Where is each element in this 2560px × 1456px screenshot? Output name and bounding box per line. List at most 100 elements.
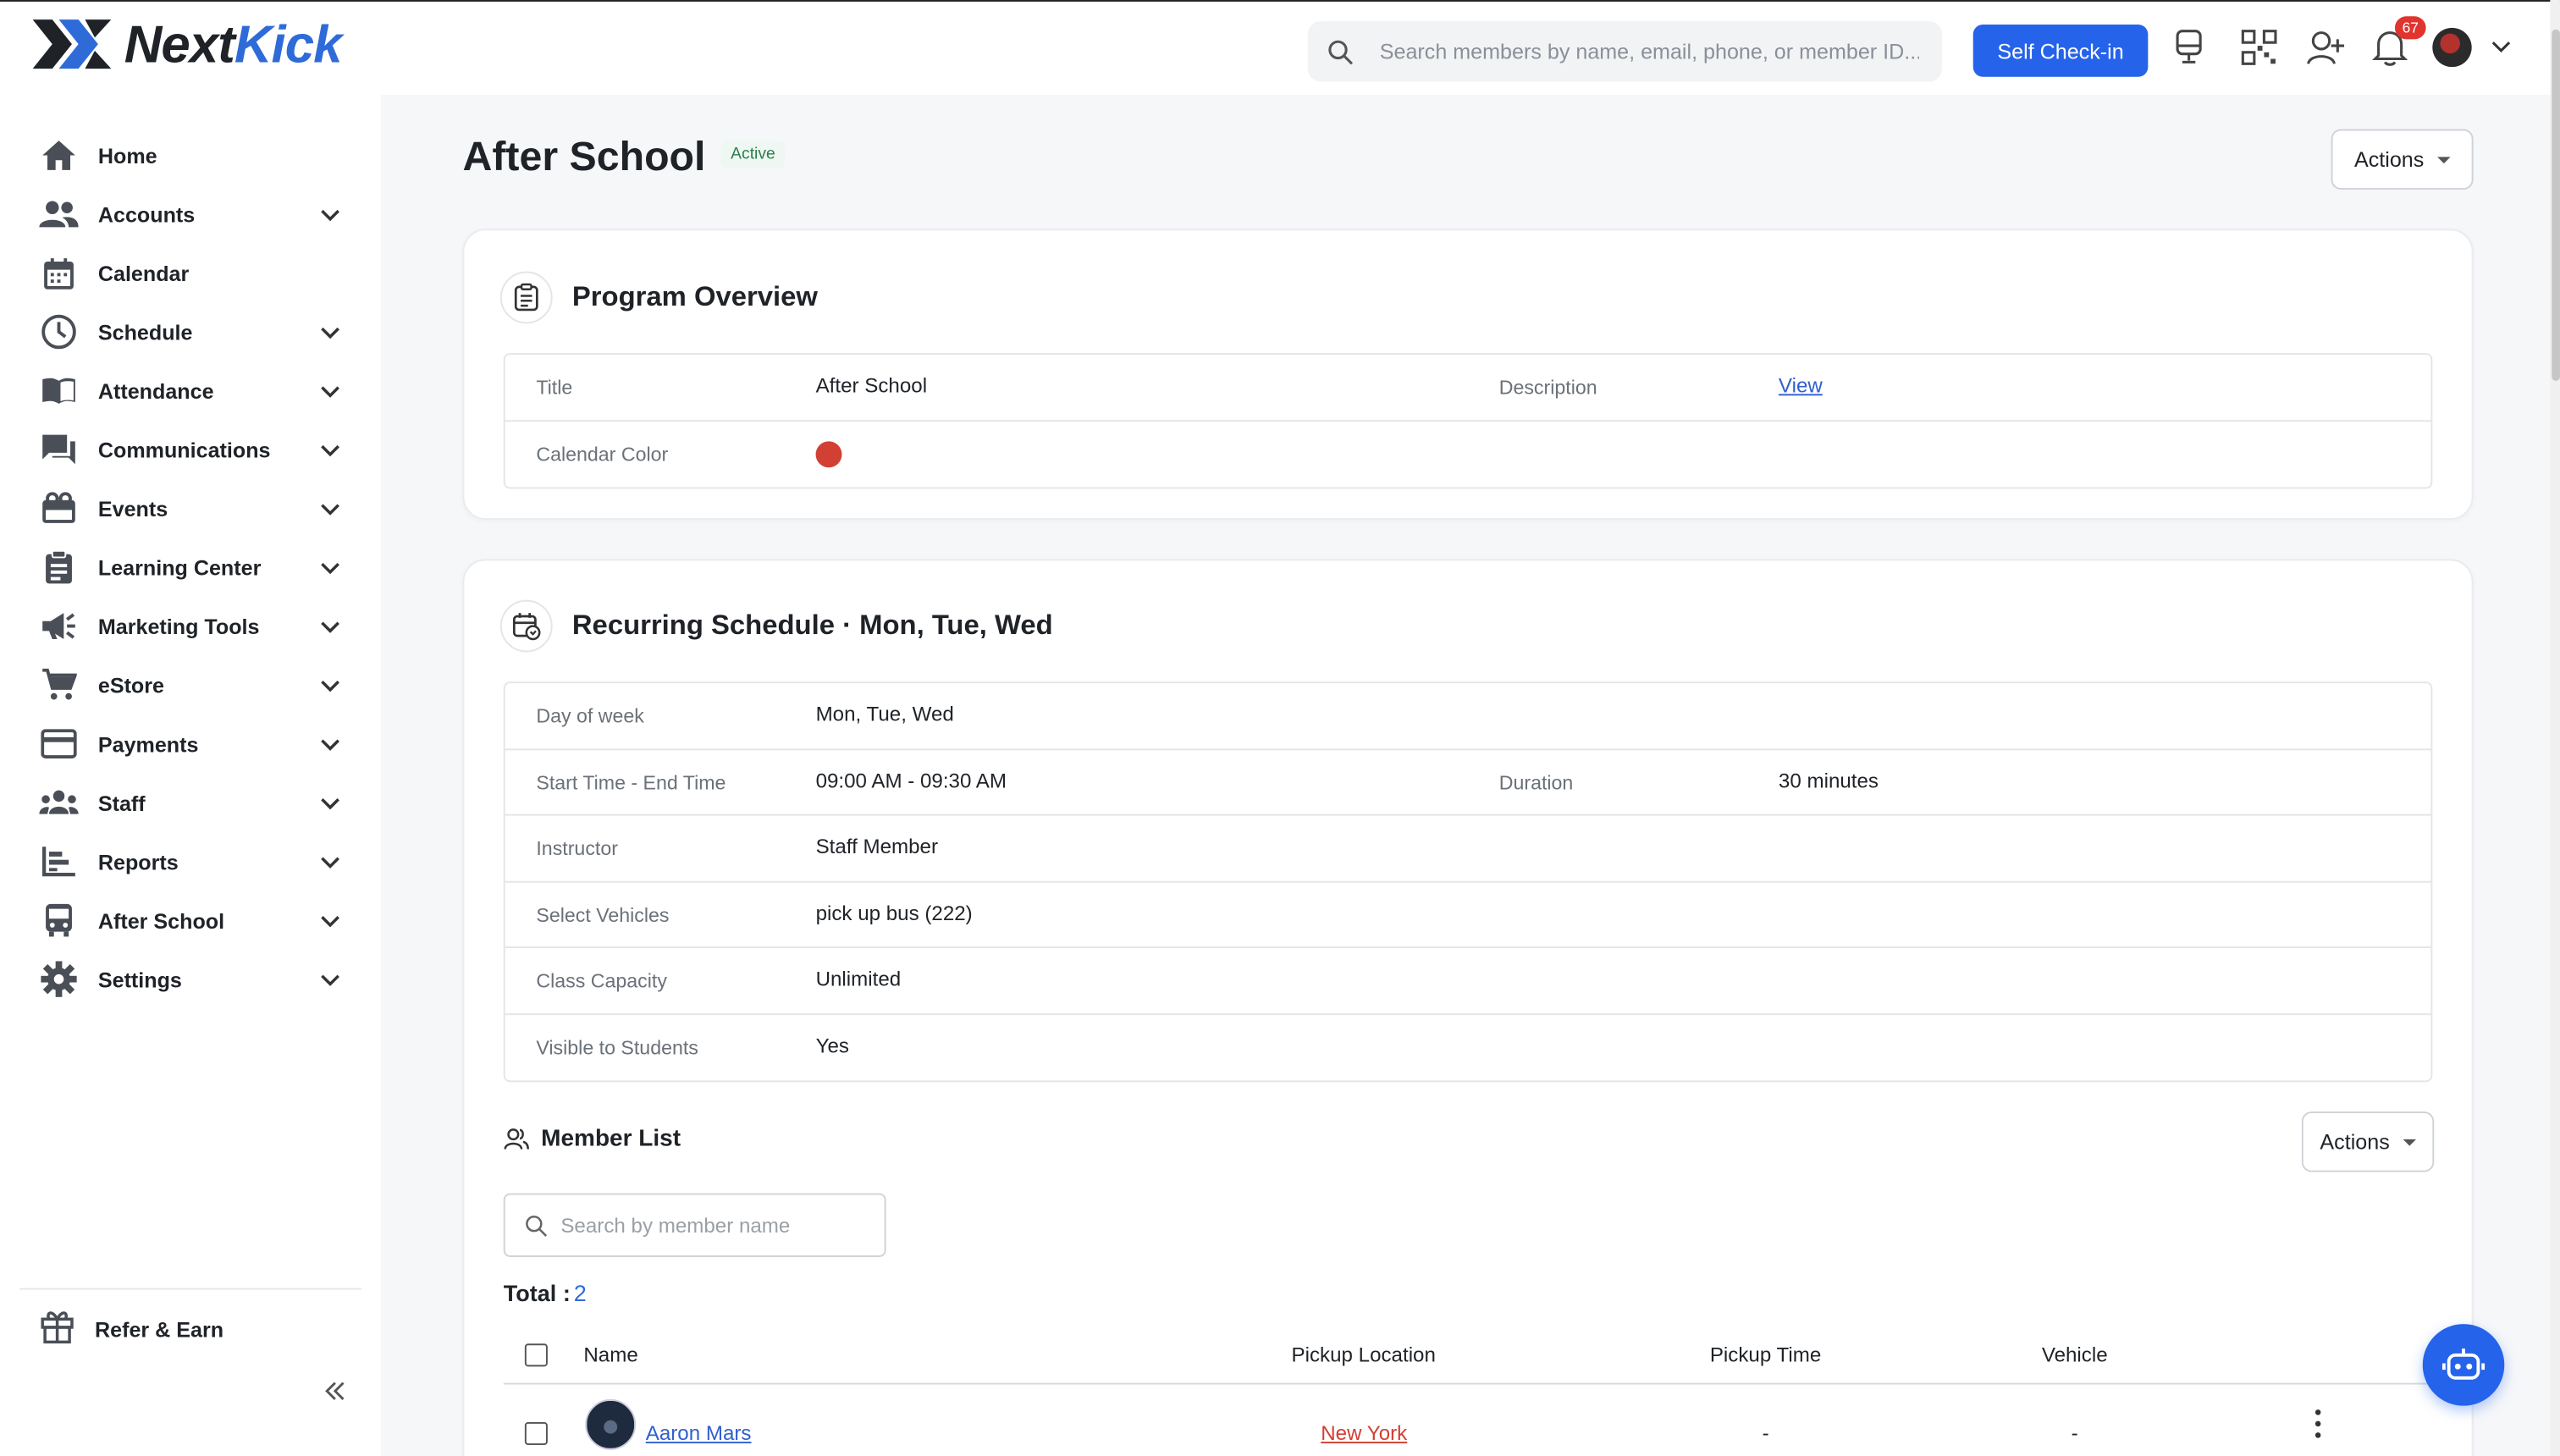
recurring-schedule-card: Recurring Schedule · Mon, Tue, Wed Day o… <box>462 559 2474 1456</box>
kiosk-icon[interactable] <box>2168 26 2210 69</box>
recurring-schedule-title: Recurring Schedule · Mon, Tue, Wed <box>571 609 1053 641</box>
sidebar-item-estore[interactable]: eStore <box>39 664 343 706</box>
brand-logo[interactable]: NextKick <box>30 16 342 72</box>
sidebar-item-attendance[interactable]: Attendance <box>39 369 343 411</box>
sidebar-item-label: Calendar <box>97 260 190 285</box>
more-options-icon[interactable] <box>2314 1409 2321 1439</box>
member-search-input[interactable] <box>560 1213 872 1237</box>
sidebar-item-label: Settings <box>97 967 182 992</box>
member-list-actions-button[interactable]: Actions <box>2301 1111 2435 1172</box>
member-name-link[interactable]: Aaron Mars <box>646 1422 752 1445</box>
sidebar-item-label: Marketing Tools <box>97 614 260 639</box>
sidebar-item-label: Learning Center <box>97 554 262 580</box>
ticket-icon <box>39 488 78 527</box>
add-member-icon[interactable] <box>2305 26 2348 69</box>
gift-icon <box>39 1308 74 1352</box>
global-search[interactable] <box>1307 21 1943 82</box>
calendar-repeat-icon <box>499 599 553 653</box>
chevron-down-icon[interactable] <box>317 790 344 816</box>
page-title: After School <box>462 134 706 180</box>
search-icon <box>526 1215 548 1237</box>
total-count: 2 <box>573 1279 587 1306</box>
page-scrollbar[interactable] <box>2550 0 2560 1456</box>
member-search[interactable] <box>503 1193 886 1257</box>
chevron-down-icon[interactable] <box>317 731 344 757</box>
chevron-down-icon[interactable] <box>317 495 344 521</box>
schedule-key: Day of week <box>536 704 644 728</box>
clipboard-list-icon <box>499 271 553 324</box>
chevron-down-icon[interactable] <box>317 319 344 345</box>
sidebar-item-accounts[interactable]: Accounts <box>39 193 343 235</box>
sidebar-item-schedule[interactable]: Schedule <box>39 311 343 353</box>
chevron-down-icon[interactable] <box>317 966 344 992</box>
brand-name-part2: Kick <box>234 14 343 74</box>
sidebar-item-calendar[interactable]: Calendar <box>39 251 343 294</box>
description-view-link[interactable]: View <box>1779 374 1823 397</box>
calendar-color-label: Calendar Color <box>536 442 669 466</box>
sidebar-item-settings[interactable]: Settings <box>39 958 343 1001</box>
chevron-down-icon[interactable] <box>317 672 344 698</box>
chevron-down-icon[interactable] <box>317 613 344 639</box>
users-icon <box>504 1128 529 1150</box>
column-pickup-time[interactable]: Pickup Time <box>1710 1343 1821 1366</box>
schedule-row: Visible to Students Yes <box>505 1014 2431 1080</box>
schedule-row: Class Capacity Unlimited <box>505 948 2431 1015</box>
row-checkbox[interactable] <box>524 1421 548 1446</box>
group-icon <box>39 783 79 822</box>
chevron-down-icon[interactable] <box>2491 39 2511 55</box>
sidebar-item-learning-center[interactable]: Learning Center <box>39 546 343 588</box>
collapse-sidebar-icon[interactable] <box>320 1376 350 1406</box>
user-avatar[interactable] <box>2432 27 2472 68</box>
scrollbar-thumb[interactable] <box>2552 29 2560 381</box>
sidebar-item-label: Staff <box>97 790 146 815</box>
schedule-row: Start Time - End Time 09:00 AM - 09:30 A… <box>505 749 2431 816</box>
sidebar-item-staff[interactable]: Staff <box>39 781 343 824</box>
sidebar-item-communications[interactable]: Communications <box>39 428 343 471</box>
column-vehicle[interactable]: Vehicle <box>2042 1343 2108 1366</box>
brand-name-part1: Next <box>124 14 235 74</box>
refer-and-earn-label: Refer & Earn <box>94 1317 224 1343</box>
refer-and-earn-link[interactable]: Refer & Earn <box>39 1308 223 1352</box>
select-all-checkbox[interactable] <box>524 1343 548 1367</box>
chevron-down-icon[interactable] <box>317 848 344 874</box>
calendar-color-swatch <box>815 440 842 467</box>
sidebar-item-after-school[interactable]: After School <box>39 899 343 941</box>
bar-chart-icon <box>39 841 78 880</box>
global-search-input[interactable] <box>1379 39 1919 64</box>
duration-value: 30 minutes <box>1778 769 1879 792</box>
cart-icon <box>39 665 78 704</box>
column-name[interactable]: Name <box>583 1343 637 1366</box>
sidebar-item-events[interactable]: Events <box>39 487 343 529</box>
chevron-down-icon[interactable] <box>317 201 344 228</box>
qr-code-icon[interactable] <box>2238 26 2281 69</box>
schedule-key: Select Vehicles <box>536 902 670 926</box>
schedule-value: Yes <box>815 1034 849 1057</box>
schedule-row: Select Vehicles pick up bus (222) <box>505 882 2431 948</box>
sidebar-item-label: eStore <box>97 672 165 698</box>
top-bar: NextKick Self Check-in 67 <box>0 0 2560 95</box>
member-avatar <box>585 1398 637 1450</box>
sidebar-item-payments[interactable]: Payments <box>39 723 343 765</box>
schedule-value: Staff Member <box>815 835 939 858</box>
schedule-value: pick up bus (222) <box>815 901 973 924</box>
gear-icon <box>39 959 78 998</box>
sidebar-item-reports[interactable]: Reports <box>39 841 343 883</box>
page-actions-button[interactable]: Actions <box>2331 129 2474 190</box>
caret-down-icon <box>2403 1138 2416 1145</box>
chevron-down-icon[interactable] <box>317 437 344 463</box>
pickup-location-link[interactable]: New York <box>1321 1422 1407 1445</box>
chevron-down-icon[interactable] <box>317 554 344 581</box>
chevron-down-icon[interactable] <box>317 907 344 934</box>
chevron-down-icon[interactable] <box>317 378 344 404</box>
search-icon <box>1328 39 1354 64</box>
sidebar-item-home[interactable]: Home <box>39 134 343 176</box>
pickup-time-value: - <box>1762 1421 1769 1446</box>
sidebar-item-marketing-tools[interactable]: Marketing Tools <box>39 604 343 647</box>
schedule-row: Instructor Staff Member <box>505 816 2431 882</box>
sidebar-item-label: Communications <box>97 437 271 462</box>
self-check-in-button[interactable]: Self Check-in <box>1972 24 2149 77</box>
column-pickup-location[interactable]: Pickup Location <box>1291 1343 1435 1366</box>
overview-row-calendar-color: Calendar Color <box>505 421 2431 487</box>
calendar-icon <box>39 253 78 292</box>
assistant-bot-button[interactable] <box>2422 1324 2505 1406</box>
